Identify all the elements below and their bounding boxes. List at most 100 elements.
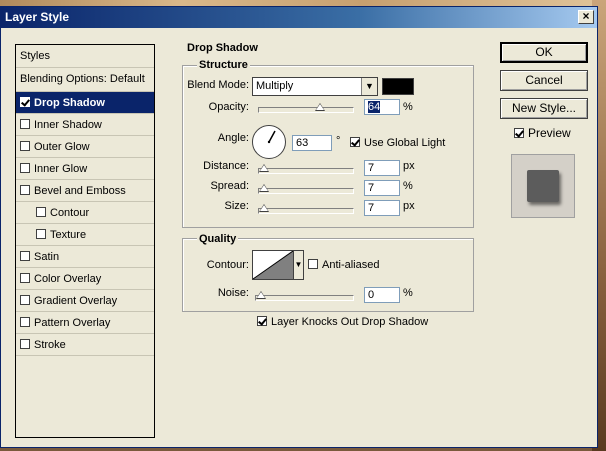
cancel-button[interactable]: Cancel [500, 70, 588, 91]
styles-item-label: Bevel and Emboss [34, 185, 126, 197]
checkbox-icon[interactable] [20, 295, 30, 306]
styles-list: Styles Blending Options: Default Drop Sh… [15, 44, 155, 438]
blend-mode-select[interactable]: Multiply ▼ [252, 77, 378, 96]
spread-value: 7 [368, 182, 375, 194]
chevron-down-icon[interactable]: ▼ [361, 78, 377, 95]
styles-item-gradient-overlay[interactable]: Gradient Overlay [16, 290, 154, 312]
chevron-down-icon[interactable]: ▼ [294, 250, 304, 280]
opacity-input[interactable]: 64 [364, 99, 400, 115]
styles-item-pattern-overlay[interactable]: Pattern Overlay [16, 312, 154, 334]
checkbox-icon [350, 137, 360, 148]
preview-thumbnail [511, 154, 575, 218]
distance-slider[interactable] [258, 164, 354, 174]
new-style-button[interactable]: New Style... [500, 98, 588, 119]
styles-item-label: Stroke [34, 339, 66, 351]
opacity-value: 64 [368, 101, 381, 113]
noise-input[interactable]: 0 [364, 287, 400, 303]
use-global-light-label: Use Global Light [364, 137, 446, 149]
spread-unit: % [403, 180, 413, 192]
noise-label: Noise: [217, 287, 249, 299]
size-slider[interactable] [258, 204, 354, 214]
noise-slider-thumb[interactable] [256, 291, 266, 299]
angle-dial-icon[interactable] [252, 125, 286, 159]
knocks-out-checkbox[interactable]: Layer Knocks Out Drop Shadow [257, 316, 428, 328]
opacity-slider[interactable] [258, 103, 354, 113]
styles-item-label: Outer Glow [34, 141, 90, 153]
size-unit: px [403, 200, 415, 212]
checkbox-icon[interactable] [36, 207, 46, 218]
size-slider-thumb[interactable] [259, 204, 269, 212]
use-global-light-checkbox[interactable]: Use Global Light [350, 137, 445, 149]
angle-label: Angle: [217, 132, 249, 144]
checkbox-icon[interactable] [20, 273, 30, 284]
close-icon: × [582, 9, 590, 23]
checkbox-icon[interactable] [20, 119, 30, 130]
spread-slider[interactable] [258, 184, 354, 194]
blend-mode-label: Blend Mode: [187, 79, 249, 91]
checkbox-icon [257, 316, 267, 327]
styles-item-satin[interactable]: Satin [16, 246, 154, 268]
spread-input[interactable]: 7 [364, 180, 400, 196]
styles-item-drop-shadow[interactable]: Drop Shadow [16, 92, 154, 114]
styles-header[interactable]: Styles [16, 45, 154, 68]
angle-dial-needle-icon [267, 130, 276, 144]
checkbox-icon[interactable] [20, 251, 30, 262]
anti-aliased-checkbox[interactable]: Anti-aliased [308, 259, 379, 271]
anti-aliased-label: Anti-aliased [322, 259, 380, 271]
ok-button[interactable]: OK [500, 42, 588, 63]
styles-item-label: Color Overlay [34, 273, 102, 285]
shadow-color-swatch[interactable] [382, 78, 414, 95]
preview-shape [527, 170, 559, 202]
opacity-unit: % [403, 101, 413, 113]
noise-value: 0 [368, 289, 375, 301]
blend-mode-value: Multiply [256, 80, 294, 92]
checkbox-icon[interactable] [20, 317, 30, 328]
distance-slider-thumb[interactable] [259, 164, 269, 172]
quality-title: Quality [197, 233, 239, 245]
checkbox-icon[interactable] [20, 339, 30, 350]
spread-slider-thumb[interactable] [259, 184, 269, 192]
checkbox-icon[interactable] [20, 141, 30, 152]
contour-picker[interactable] [252, 250, 294, 280]
contour-label: Contour: [206, 259, 249, 271]
distance-label: Distance: [203, 160, 249, 172]
checkbox-icon[interactable] [20, 185, 30, 196]
structure-title: Structure [197, 59, 250, 71]
window-title: Layer Style [5, 10, 70, 24]
styles-item-color-overlay[interactable]: Color Overlay [16, 268, 154, 290]
close-button[interactable]: × [578, 10, 594, 24]
preview-checkbox[interactable]: Preview [514, 126, 571, 140]
angle-unit: ° [336, 135, 341, 147]
spread-label: Spread: [210, 180, 249, 192]
styles-item-outer-glow[interactable]: Outer Glow [16, 136, 154, 158]
checkbox-icon[interactable] [20, 97, 30, 108]
styles-item-label: Gradient Overlay [34, 295, 118, 307]
styles-item-label: Drop Shadow [34, 97, 105, 109]
checkbox-icon[interactable] [36, 229, 46, 240]
title-bar: Layer Style [1, 7, 597, 28]
styles-header-label: Styles [20, 50, 50, 62]
contour-curve-icon [252, 250, 294, 280]
size-input[interactable]: 7 [364, 200, 400, 216]
blending-options-item[interactable]: Blending Options: Default [16, 68, 154, 92]
styles-item-inner-shadow[interactable]: Inner Shadow [16, 114, 154, 136]
opacity-label: Opacity: [208, 101, 249, 113]
styles-item-stroke[interactable]: Stroke [16, 334, 154, 356]
styles-item-label: Pattern Overlay [34, 317, 111, 329]
styles-item-inner-glow[interactable]: Inner Glow [16, 158, 154, 180]
checkbox-icon[interactable] [20, 163, 30, 174]
noise-unit: % [403, 287, 413, 299]
angle-input[interactable]: 63 [292, 135, 332, 151]
layer-style-dialog: Layer Style × Styles Blending Options: D… [0, 6, 598, 448]
opacity-slider-thumb[interactable] [315, 103, 325, 111]
styles-item-texture[interactable]: Texture [16, 224, 154, 246]
styles-item-contour[interactable]: Contour [16, 202, 154, 224]
distance-unit: px [403, 160, 415, 172]
noise-slider[interactable] [255, 291, 354, 301]
preview-label: Preview [528, 126, 571, 140]
distance-input[interactable]: 7 [364, 160, 400, 176]
styles-item-label: Inner Shadow [34, 119, 102, 131]
styles-item-label: Texture [50, 229, 87, 241]
size-value: 7 [368, 202, 375, 214]
styles-item-bevel-and-emboss[interactable]: Bevel and Emboss [16, 180, 154, 202]
